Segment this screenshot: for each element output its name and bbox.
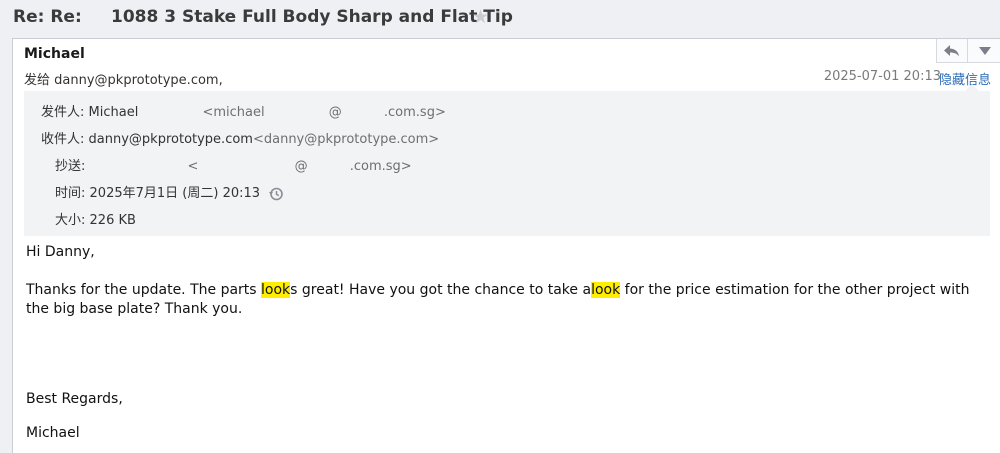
from-address-at: @ [328,105,342,120]
sent-to-line: 发给 danny@pkprototype.com, [24,69,223,88]
time-label: 时间: [55,186,86,201]
cc-address-at: @ [294,159,308,174]
body-line-1-b: s great! Have you got the chance to take… [290,282,592,298]
body-line-1-a: Thanks for the update. The parts [26,282,262,298]
from-label: 发件人: [41,105,85,120]
subject-title: 1088 3 Stake Full Body Sharp and Flat Ti… [111,7,513,27]
details-box: 发件人: Michael <michael @ .com.sg> 收件人: da… [24,91,990,236]
from-row: 发件人: Michael <michael @ .com.sg> [41,101,446,120]
subject-bar: Re: Re: 1088 3 Stake Full Body Sharp and… [0,0,1000,38]
size-label: 大小: [55,213,86,228]
chevron-down-icon [978,46,991,55]
star-icon[interactable]: ★ [472,6,489,28]
cc-address-start: < [187,159,199,174]
greeting: Hi Danny, [26,244,95,260]
signature: Michael [26,425,80,441]
cc-label: 抄送: [55,159,86,174]
from-address-start: <michael [202,105,265,120]
body-paragraph: Thanks for the update. The parts looks g… [26,281,991,319]
sent-to-label: 发给 [24,73,51,88]
closing: Best Regards, [26,391,123,407]
time-row: 时间: 2025年7月1日 (周二) 20:13 [55,182,284,202]
cc-address-domain: .com.sg> [349,159,412,174]
body-line-1: Thanks for the update. The parts looks g… [26,281,991,300]
reply-button[interactable] [936,39,967,63]
to-address: <danny@pkprototype.com> [252,132,440,147]
details-pointer [965,84,979,91]
cc-row: 抄送: < @ .com.sg> [55,155,412,174]
to-row: 收件人: danny@pkprototype.com<danny@pkproto… [41,128,439,147]
time-value: 2025年7月1日 (周二) 20:13 [89,186,261,201]
size-value: 226 KB [89,213,136,228]
from-name[interactable]: Michael [89,105,139,120]
history-icon[interactable] [268,186,284,202]
body-line-1-c: for the price estimation for the other p… [620,282,970,298]
size-row: 大小: 226 KB [55,209,136,228]
reply-icon [944,44,959,56]
sender-name[interactable]: Michael [24,46,85,62]
body-line-2: the big base plate? Thank you. [26,301,243,317]
message-pane: Michael 发给 danny@pkprototype.com, 2025-0… [12,38,1000,453]
search-highlight: look [261,282,291,298]
search-highlight: look [591,282,621,298]
to-name[interactable]: danny@pkprototype.com [89,132,253,147]
from-address-domain: .com.sg> [383,105,446,120]
to-label: 收件人: [41,132,85,147]
message-date: 2025-07-01 20:13 [823,69,941,84]
sent-to-address[interactable]: danny@pkprototype.com, [54,73,223,88]
more-options-button[interactable] [967,39,1000,63]
subject-prefix: Re: Re: [13,7,82,27]
